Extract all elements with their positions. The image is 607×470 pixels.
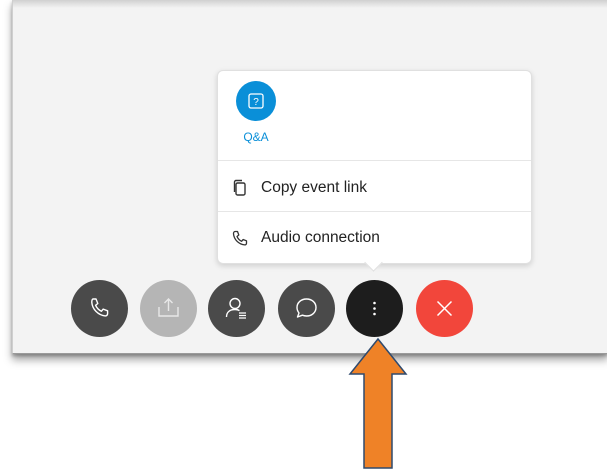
participants-button[interactable] bbox=[208, 280, 265, 337]
menu-divider bbox=[218, 211, 531, 212]
audio-button[interactable] bbox=[71, 280, 128, 337]
copy-event-link-label: Copy event link bbox=[261, 179, 367, 196]
window-top-edge bbox=[13, 0, 607, 8]
audio-connection-label: Audio connection bbox=[261, 229, 380, 246]
participants-icon bbox=[225, 297, 246, 319]
chat-icon bbox=[296, 298, 317, 318]
menu-divider bbox=[218, 160, 531, 161]
more-options-icon bbox=[373, 301, 376, 316]
svg-text:?: ? bbox=[253, 97, 259, 108]
phone-icon bbox=[231, 229, 249, 247]
qa-button[interactable]: ? Q&A bbox=[236, 81, 276, 144]
close-icon bbox=[436, 300, 453, 317]
annotation-arrow-icon bbox=[348, 337, 408, 469]
more-options-button[interactable] bbox=[346, 280, 403, 337]
page: ? Q&A Copy event link Audio connection bbox=[0, 0, 607, 470]
share-icon bbox=[158, 298, 179, 317]
leave-button[interactable] bbox=[416, 280, 473, 337]
phone-icon bbox=[91, 298, 109, 317]
qa-label: Q&A bbox=[243, 130, 269, 144]
chat-button[interactable] bbox=[278, 280, 335, 337]
qa-icon: ? bbox=[236, 81, 276, 121]
menu-panel-section: ? Q&A bbox=[218, 71, 531, 160]
copy-event-link-item[interactable]: Copy event link bbox=[218, 164, 531, 212]
share-button[interactable] bbox=[140, 280, 197, 337]
more-options-menu: ? Q&A Copy event link Audio connection bbox=[217, 70, 532, 264]
copy-icon bbox=[231, 179, 249, 197]
